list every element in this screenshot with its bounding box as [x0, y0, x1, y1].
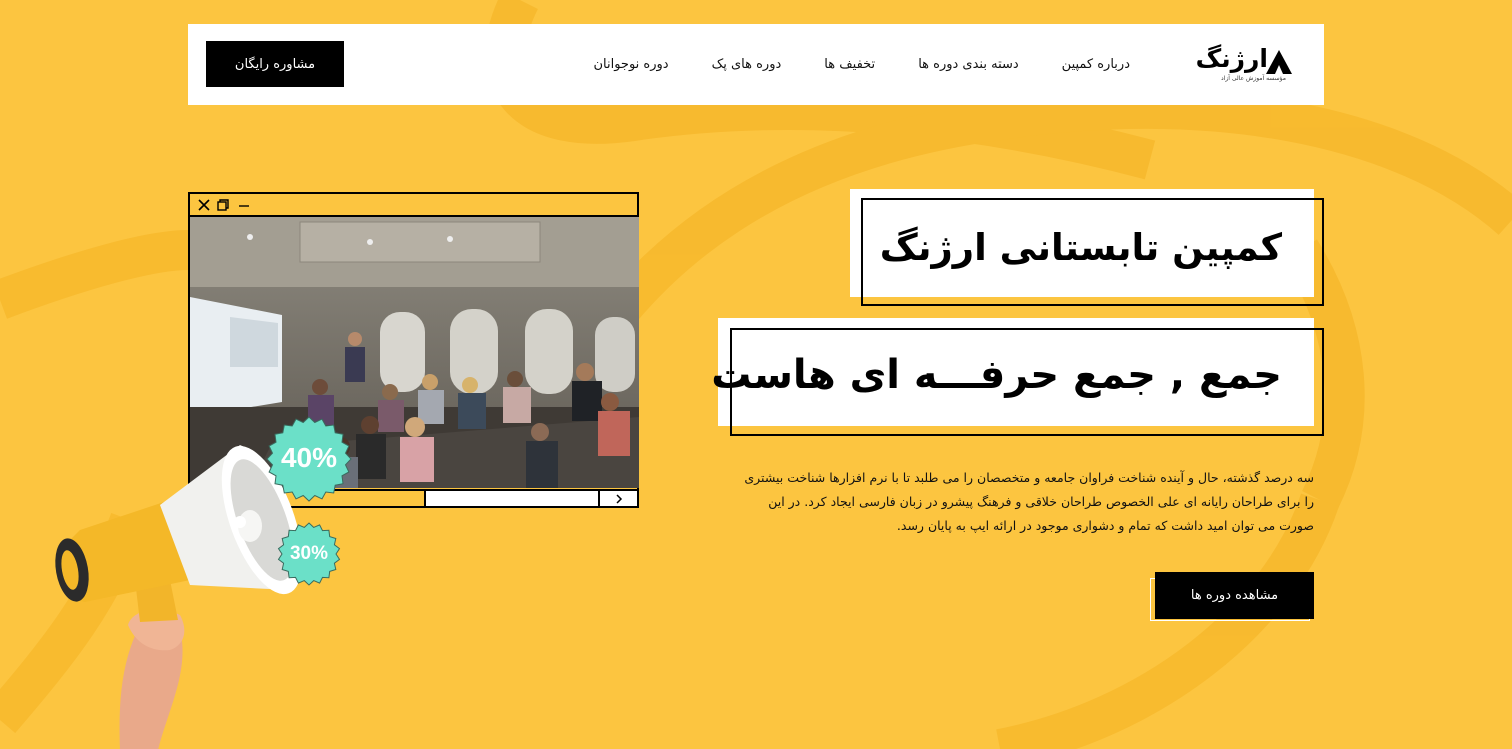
nav-item-discounts[interactable]: تخفیف ها	[824, 57, 875, 72]
discount-badge-small: 30%	[277, 522, 341, 586]
discount-badge-large-text: 40%	[280, 442, 338, 473]
logo-subtitle: مؤسسه آموزش عالی آزاد	[1221, 75, 1286, 82]
close-icon[interactable]	[196, 197, 212, 213]
restore-icon[interactable]	[215, 197, 231, 213]
nav-item-categories[interactable]: دسته بندی دوره ها	[918, 57, 1018, 72]
hero-description: سه درصد گذشته، حال و آینده شناخت فراوان …	[744, 470, 1314, 533]
top-navbar: مشاوره رایگان درباره کمپین دسته بندی دور…	[188, 24, 1324, 105]
main-nav: درباره کمپین دسته بندی دوره ها تخفیف ها …	[593, 24, 1130, 105]
window-titlebar	[190, 194, 637, 217]
nav-item-about[interactable]: درباره کمپین	[1062, 57, 1130, 72]
nav-item-teens[interactable]: دوره نوجوانان	[593, 57, 668, 72]
next-button[interactable]	[598, 489, 639, 508]
free-consultation-label: مشاوره رایگان	[234, 56, 316, 72]
logo-triangle-icon	[1266, 50, 1292, 74]
view-courses-label: مشاهده دوره ها	[1190, 588, 1279, 603]
hero-title-line-2: جمع , جمع حرفـــه ای هاست	[711, 352, 1282, 398]
chevron-right-icon	[615, 493, 622, 504]
site-logo[interactable]: ارژنگ مؤسسه آموزش عالی آزاد	[1178, 44, 1292, 86]
free-consultation-button[interactable]: مشاوره رایگان	[206, 41, 344, 87]
minimize-icon[interactable]	[236, 197, 252, 213]
address-field[interactable]	[424, 489, 600, 508]
discount-badge-large: 40%	[266, 416, 352, 502]
logo-wordmark: ارژنگ	[1195, 44, 1269, 73]
discount-badge-small-text: 30%	[289, 543, 329, 564]
view-courses-button[interactable]: مشاهده دوره ها	[1155, 572, 1314, 619]
hero-title-line-1: کمپین تابستانی ارژنگ	[879, 226, 1282, 269]
nav-item-packs[interactable]: دوره های پک	[712, 57, 782, 72]
